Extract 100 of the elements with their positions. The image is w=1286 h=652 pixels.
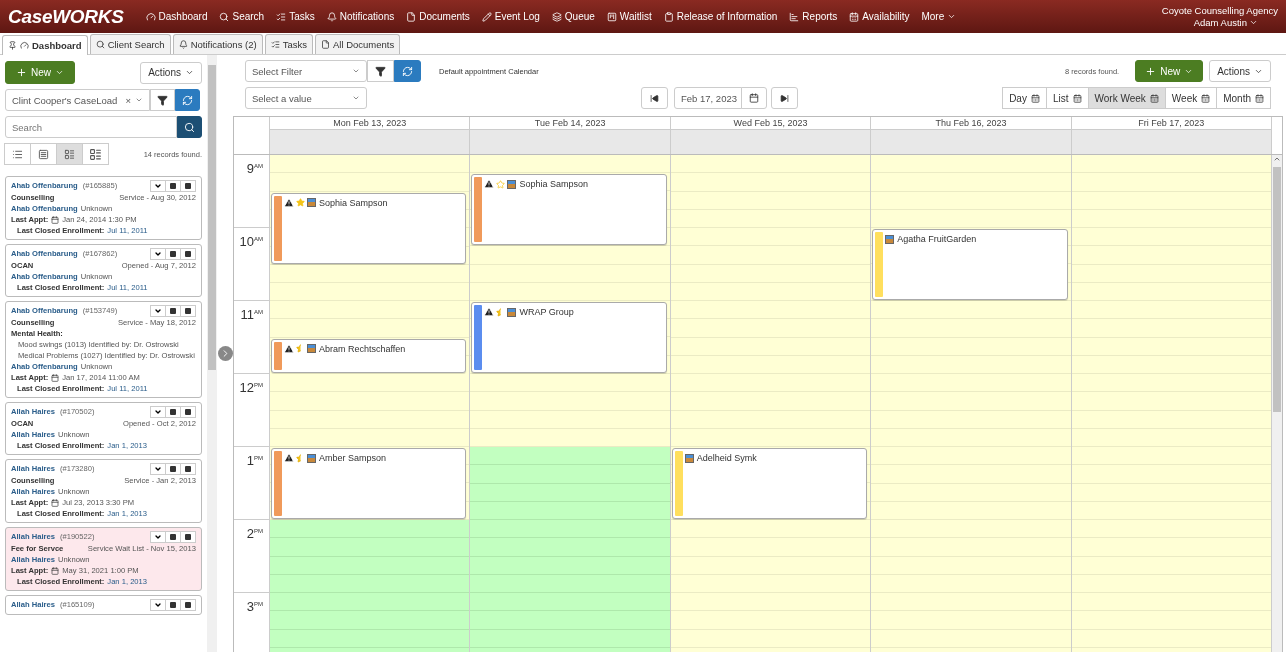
dropdown-button[interactable] <box>150 531 166 543</box>
view-button[interactable]: Month <box>1216 87 1271 109</box>
filter-button[interactable] <box>367 60 394 82</box>
list-view-button[interactable] <box>56 143 83 165</box>
card-button[interactable] <box>165 180 181 192</box>
time-slot[interactable] <box>1071 538 1272 557</box>
time-slot[interactable] <box>270 374 470 393</box>
nav-link[interactable]: Dashboard <box>139 11 214 22</box>
dropdown-button[interactable] <box>150 599 166 611</box>
date-field[interactable]: Feb 17, 2023 <box>674 87 742 109</box>
app-logo[interactable]: CaseWORKS <box>8 5 124 28</box>
caseload-card[interactable] <box>5 301 202 398</box>
time-slot[interactable] <box>1071 374 1272 393</box>
time-slot[interactable] <box>1071 228 1272 247</box>
card-button[interactable] <box>180 463 196 475</box>
caseload-select[interactable]: Clint Cooper's CaseLoad × <box>5 89 150 111</box>
tab[interactable]: Tasks <box>264 34 313 54</box>
time-slot[interactable] <box>1071 520 1272 539</box>
time-slot[interactable] <box>670 228 871 247</box>
time-slot[interactable] <box>470 593 670 612</box>
all-day-cell[interactable] <box>470 129 671 154</box>
time-slot[interactable] <box>270 301 470 320</box>
all-day-cell[interactable] <box>871 129 1072 154</box>
card-button[interactable] <box>180 406 196 418</box>
time-slot[interactable] <box>270 392 470 411</box>
view-button[interactable]: Week <box>1164 87 1218 109</box>
time-slot[interactable] <box>670 593 871 612</box>
card-button[interactable] <box>165 248 181 260</box>
tab[interactable]: Client Search <box>89 34 171 54</box>
time-slot[interactable] <box>871 538 1071 557</box>
scrollbar[interactable] <box>207 55 217 652</box>
next-button[interactable] <box>771 87 798 109</box>
time-slot[interactable] <box>670 319 871 338</box>
nav-link[interactable]: Tasks <box>270 11 321 22</box>
card-button[interactable] <box>180 531 196 543</box>
time-slot[interactable] <box>270 611 470 630</box>
all-day-cell[interactable] <box>1071 129 1273 154</box>
nav-link[interactable]: Notifications <box>320 11 401 22</box>
scrollbar[interactable] <box>1272 155 1282 652</box>
time-slot[interactable] <box>871 593 1071 612</box>
nav-link[interactable]: Reports <box>783 11 844 22</box>
tab[interactable]: All Documents <box>314 34 401 54</box>
list-view-button[interactable] <box>82 143 109 165</box>
card-button[interactable] <box>180 248 196 260</box>
date-picker-button[interactable] <box>741 87 767 109</box>
time-slot[interactable] <box>1071 611 1272 630</box>
time-slot[interactable] <box>670 155 871 174</box>
nav-link[interactable]: Waitlist <box>600 11 658 22</box>
list-view-button[interactable] <box>30 143 57 165</box>
nav-link[interactable]: More <box>915 11 963 22</box>
search-button[interactable] <box>177 116 202 138</box>
dropdown-button[interactable] <box>150 305 166 317</box>
dropdown-button[interactable] <box>150 463 166 475</box>
time-slot[interactable] <box>871 319 1071 338</box>
time-slot[interactable] <box>670 301 871 320</box>
time-slot[interactable] <box>270 173 470 192</box>
card-button[interactable] <box>165 463 181 475</box>
time-slot[interactable] <box>670 611 871 630</box>
time-slot[interactable] <box>670 538 871 557</box>
actions-button[interactable]: Actions <box>1209 60 1271 82</box>
all-day-cell[interactable] <box>670 129 872 154</box>
card-button[interactable] <box>180 305 196 317</box>
dropdown-button[interactable] <box>150 406 166 418</box>
time-slot[interactable] <box>1071 301 1272 320</box>
new-button[interactable]: New <box>5 61 75 84</box>
time-slot[interactable] <box>470 392 670 411</box>
time-slot[interactable] <box>470 447 670 466</box>
dropdown-button[interactable] <box>150 248 166 260</box>
scrollbar-thumb[interactable] <box>208 65 216 370</box>
card-button[interactable] <box>180 599 196 611</box>
time-slot[interactable] <box>1071 447 1272 466</box>
time-slot[interactable] <box>270 319 470 338</box>
view-button[interactable]: Work Week <box>1087 87 1166 109</box>
value-select[interactable]: Select a value <box>245 87 367 109</box>
time-slot[interactable] <box>670 520 871 539</box>
time-slot[interactable] <box>270 593 470 612</box>
time-slot[interactable] <box>670 392 871 411</box>
view-button[interactable]: Day <box>1002 87 1047 109</box>
actions-button[interactable]: Actions <box>140 61 202 84</box>
time-slot[interactable] <box>871 611 1071 630</box>
time-slot[interactable] <box>871 465 1071 484</box>
card-button[interactable] <box>165 599 181 611</box>
time-slot[interactable] <box>1071 392 1272 411</box>
previous-button[interactable] <box>641 87 668 109</box>
user-menu[interactable]: Adam Austin <box>1193 16 1258 29</box>
nav-link[interactable]: Availability <box>843 11 916 22</box>
time-slot[interactable] <box>1071 319 1272 338</box>
time-slot[interactable] <box>871 392 1071 411</box>
time-slot[interactable] <box>470 611 670 630</box>
search-field[interactable]: Search <box>5 116 177 138</box>
filter-select[interactable]: Select Filter <box>245 60 367 82</box>
time-slot[interactable] <box>871 173 1071 192</box>
time-slot[interactable] <box>871 447 1071 466</box>
time-slot[interactable] <box>1071 246 1272 265</box>
time-slot[interactable] <box>470 246 670 265</box>
list-view-button[interactable] <box>4 143 31 165</box>
time-slot[interactable] <box>470 520 670 539</box>
scrollbar-thumb[interactable] <box>1273 167 1282 412</box>
time-slot[interactable] <box>470 538 670 557</box>
time-slot[interactable] <box>270 538 470 557</box>
